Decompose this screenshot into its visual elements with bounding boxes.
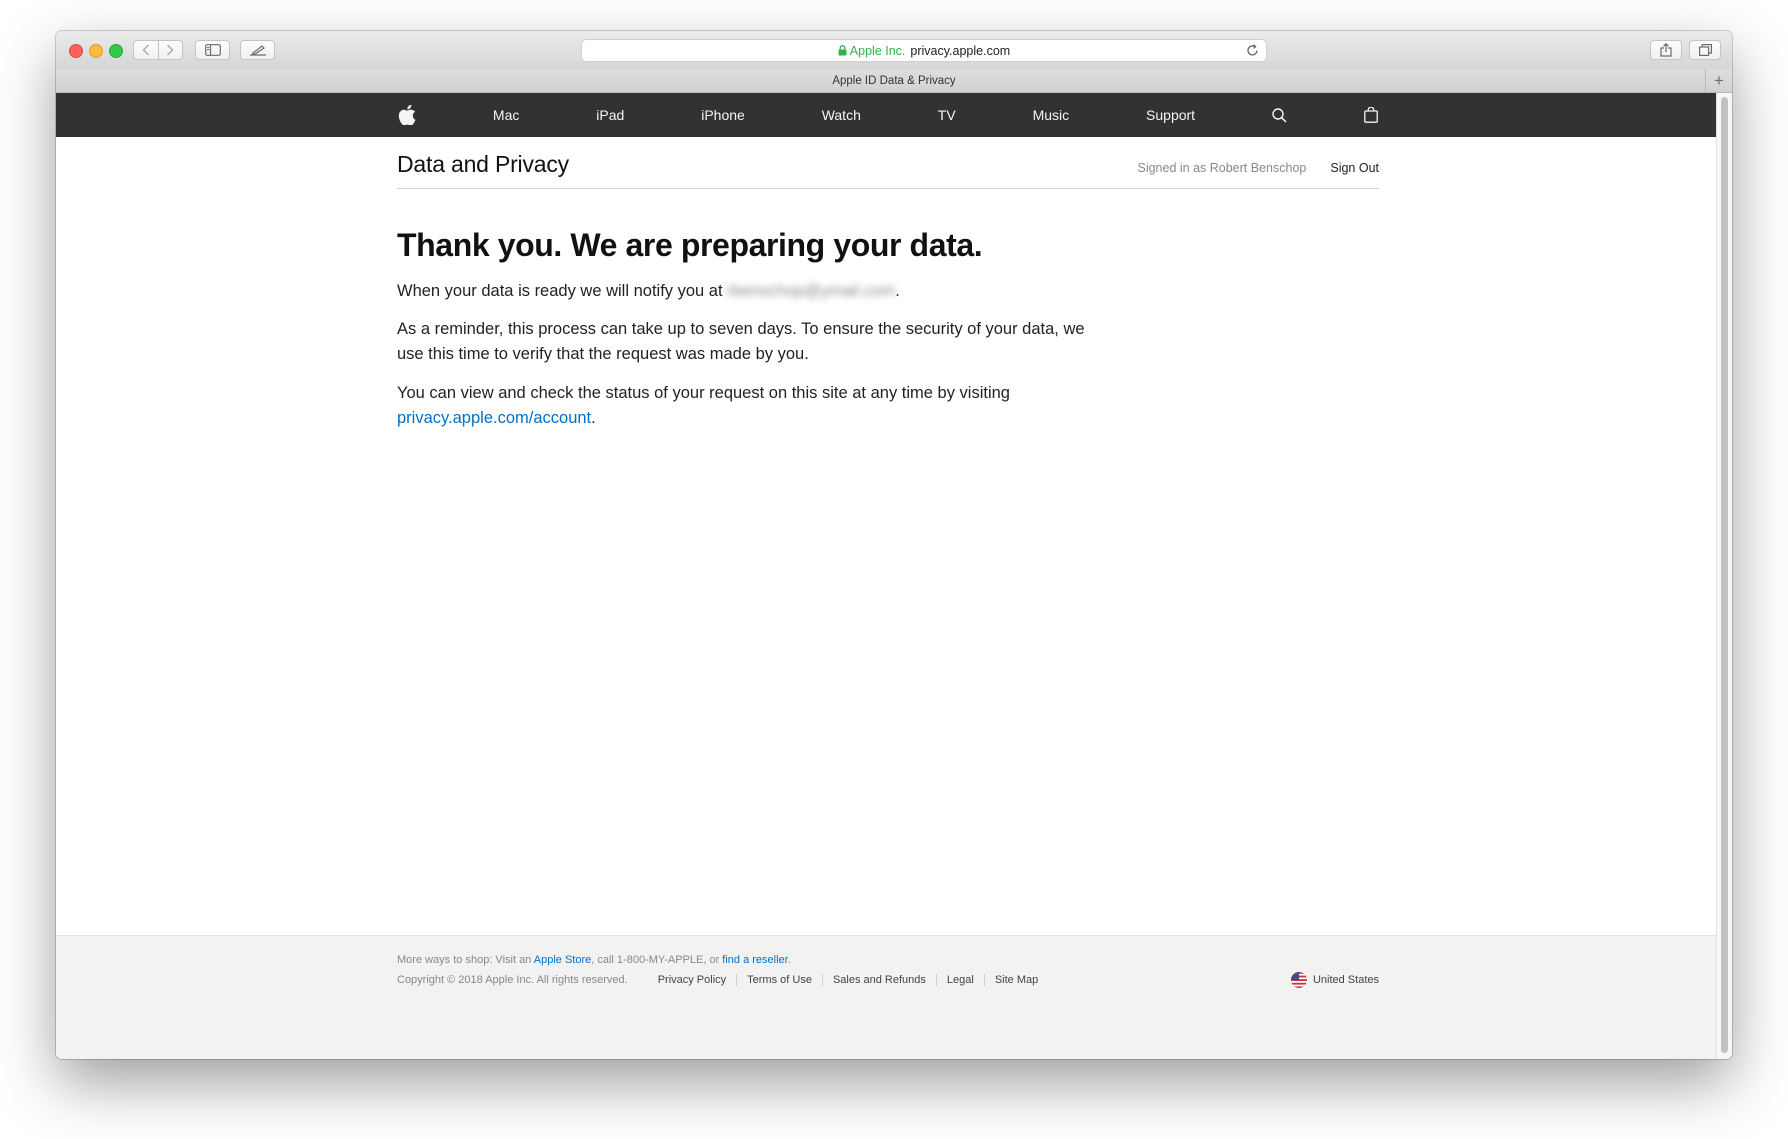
chevron-right-icon xyxy=(167,44,174,56)
country-name: United States xyxy=(1312,974,1379,986)
scrollbar-thumb[interactable] xyxy=(1721,97,1728,1053)
address-bar[interactable]: Apple Inc. privacy.apple.com xyxy=(581,39,1267,62)
pencil-icon xyxy=(249,45,266,56)
tab-title[interactable]: Apple ID Data & Privacy xyxy=(832,75,955,87)
footer-links: Privacy Policy Terms of Use Sales and Re… xyxy=(658,974,1049,986)
markup-button[interactable] xyxy=(240,40,275,60)
back-button[interactable] xyxy=(133,40,158,60)
notify-text: When your data is ready we will notify y… xyxy=(397,282,728,300)
forward-button[interactable] xyxy=(157,40,183,60)
status-period: . xyxy=(591,409,596,427)
status-paragraph: You can view and check the status of you… xyxy=(397,381,1097,431)
vertical-scrollbar[interactable] xyxy=(1716,93,1732,1059)
signed-in-label: Signed in as Robert Benschop xyxy=(1137,161,1307,175)
url-host: privacy.apple.com xyxy=(910,43,1011,58)
zoom-window-button[interactable] xyxy=(109,44,123,58)
nav-item-tv[interactable]: TV xyxy=(938,107,956,123)
minimize-window-button[interactable] xyxy=(89,44,103,58)
reload-icon xyxy=(1247,44,1258,56)
shop-text: More ways to shop: Visit an xyxy=(397,954,534,966)
nav-item-ipad[interactable]: iPad xyxy=(596,107,624,123)
shop-line: More ways to shop: Visit an Apple Store,… xyxy=(397,954,791,966)
chevron-left-icon xyxy=(142,44,149,56)
confirmation-headline: Thank you. We are preparing your data. xyxy=(397,227,983,263)
footer-link-terms-of-use[interactable]: Terms of Use xyxy=(736,974,822,986)
nav-item-support[interactable]: Support xyxy=(1146,107,1195,123)
nav-item-mac[interactable]: Mac xyxy=(493,107,519,123)
apple-logo-icon[interactable] xyxy=(398,105,416,125)
secure-site-label: Apple Inc. xyxy=(849,43,906,58)
browser-window: Apple Inc. privacy.apple.com Apple ID Da… xyxy=(56,31,1732,1059)
new-tab-button[interactable]: + xyxy=(1705,69,1732,92)
notify-paragraph: When your data is ready we will notify y… xyxy=(397,279,1097,304)
tabs-overview-button[interactable] xyxy=(1689,40,1721,60)
apple-store-link[interactable]: Apple Store xyxy=(534,954,591,966)
local-nav: Data and Privacy Signed in as Robert Ben… xyxy=(397,137,1379,189)
global-nav: Mac iPad iPhone Watch TV Music Support xyxy=(56,93,1716,137)
find-reseller-link[interactable]: find a reseller xyxy=(722,954,787,966)
us-flag-icon xyxy=(1290,972,1307,988)
tabs-icon xyxy=(1698,44,1712,56)
sidebar-button[interactable] xyxy=(195,40,230,60)
footer-link-legal[interactable]: Legal xyxy=(935,974,984,986)
status-text: You can view and check the status of you… xyxy=(397,384,1010,402)
reload-button[interactable] xyxy=(1246,44,1259,60)
redacted-email: rbenschop@ymail.com xyxy=(727,282,896,300)
nav-item-music[interactable]: Music xyxy=(1033,107,1070,123)
browser-toolbar: Apple Inc. privacy.apple.com xyxy=(56,31,1732,70)
share-button[interactable] xyxy=(1650,40,1682,60)
reminder-paragraph: As a reminder, this process can take up … xyxy=(397,320,1085,363)
footer: More ways to shop: Visit an Apple Store,… xyxy=(56,935,1716,1059)
page-title: Data and Privacy xyxy=(397,151,569,177)
share-icon xyxy=(1660,43,1672,57)
lock-icon xyxy=(838,45,847,56)
footer-link-privacy-policy[interactable]: Privacy Policy xyxy=(658,974,736,986)
account-link[interactable]: privacy.apple.com/account xyxy=(397,409,591,427)
page-viewport: Mac iPad iPhone Watch TV Music Support D… xyxy=(56,93,1716,1059)
legal-line: Copyright © 2018 Apple Inc. All rights r… xyxy=(397,974,1048,986)
shop-period: . xyxy=(787,954,791,966)
sidebar-icon xyxy=(204,44,221,56)
bag-icon[interactable] xyxy=(1364,107,1378,123)
footer-link-site-map[interactable]: Site Map xyxy=(983,974,1048,986)
notify-period: . xyxy=(895,282,900,300)
country-selector[interactable]: United States xyxy=(1290,972,1379,988)
nav-item-watch[interactable]: Watch xyxy=(822,107,861,123)
sign-out-link[interactable]: Sign Out xyxy=(1330,161,1379,175)
tab-bar: Apple ID Data & Privacy + xyxy=(56,69,1732,93)
nav-item-iphone[interactable]: iPhone xyxy=(701,107,745,123)
search-icon[interactable] xyxy=(1272,107,1287,123)
history-nav xyxy=(133,40,183,60)
footer-link-sales-and-refunds[interactable]: Sales and Refunds xyxy=(821,974,936,986)
shop-call-text: , call 1-800-MY-APPLE, or xyxy=(591,954,723,966)
close-window-button[interactable] xyxy=(69,44,83,58)
copyright: Copyright © 2018 Apple Inc. All rights r… xyxy=(397,974,628,986)
